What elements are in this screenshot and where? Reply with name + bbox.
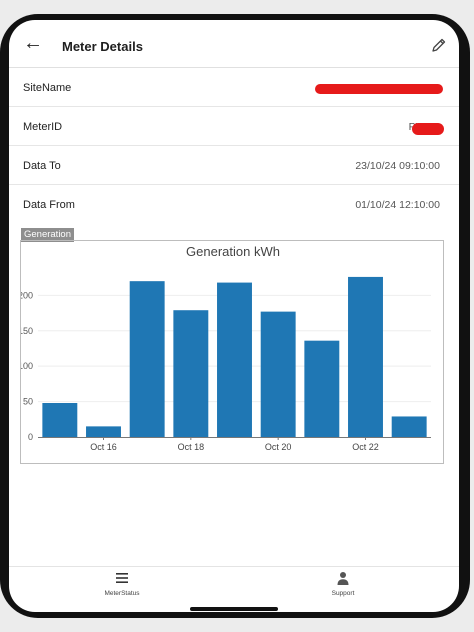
nav-item-meterstatus[interactable]: MeterStatus <box>62 567 182 607</box>
chart-bar <box>129 281 165 437</box>
detail-row-sitename: SiteName <box>9 68 459 107</box>
back-arrow-icon[interactable]: ← <box>23 33 43 53</box>
x-tick-label: Oct 16 <box>90 442 117 452</box>
page-title: Meter Details <box>62 39 143 54</box>
redaction-mark <box>412 123 444 135</box>
person-icon <box>337 572 349 585</box>
edit-pencil-icon[interactable] <box>431 37 447 53</box>
chart-bar <box>86 426 121 437</box>
chart-title: Generation kWh <box>186 244 280 259</box>
chart-bar <box>391 416 427 437</box>
nav-label: Support <box>331 590 355 597</box>
y-tick-label: 200 <box>21 290 33 300</box>
y-tick-label: 0 <box>28 432 33 442</box>
bottom-navigation: MeterStatus Support <box>9 566 459 612</box>
x-tick-label: Oct 20 <box>265 442 292 452</box>
generation-chart: Generation kWh 0 50 100 150 200 Oct 16 Oct 18 O… <box>20 240 444 464</box>
chart-bar <box>348 276 383 437</box>
generation-chart-svg: Generation kWh 0 50 100 150 200 Oct 16 Oct 18 O… <box>21 244 431 452</box>
list-icon <box>116 573 128 583</box>
detail-value: 01/10/24 12:10:00 <box>355 199 440 211</box>
chart-bar <box>260 311 296 437</box>
detail-row-meterid: MeterID PV:0 <box>9 107 459 146</box>
chart-bar <box>304 340 340 437</box>
y-tick-label: 50 <box>23 397 33 407</box>
detail-label: Data From <box>23 199 75 211</box>
app-screen: ← Meter Details SiteName MeterID PV:0 Da… <box>9 20 459 612</box>
x-tick-label: Oct 22 <box>352 442 379 452</box>
detail-label: SiteName <box>23 82 72 94</box>
device-frame: ← Meter Details SiteName MeterID PV:0 Da… <box>0 14 470 618</box>
app-bar: ← Meter Details <box>9 20 459 68</box>
detail-row-data-to: Data To 23/10/24 09:10:00 <box>9 146 459 185</box>
home-indicator <box>190 607 278 611</box>
detail-value: 23/10/24 09:10:00 <box>355 160 440 172</box>
y-tick-label: 100 <box>21 361 33 371</box>
detail-label: Data To <box>23 160 61 172</box>
x-tick-label: Oct 18 <box>178 442 205 452</box>
nav-label: MeterStatus <box>104 590 140 597</box>
nav-item-support[interactable]: Support <box>283 567 403 607</box>
redaction-mark <box>315 84 443 94</box>
chart-bar <box>217 282 252 437</box>
detail-label: MeterID <box>23 121 63 133</box>
chart-bar <box>173 310 209 437</box>
detail-row-data-from: Data From 01/10/24 12:10:00 <box>9 185 459 224</box>
y-tick-label: 150 <box>21 326 33 336</box>
chart-bar <box>42 403 78 437</box>
